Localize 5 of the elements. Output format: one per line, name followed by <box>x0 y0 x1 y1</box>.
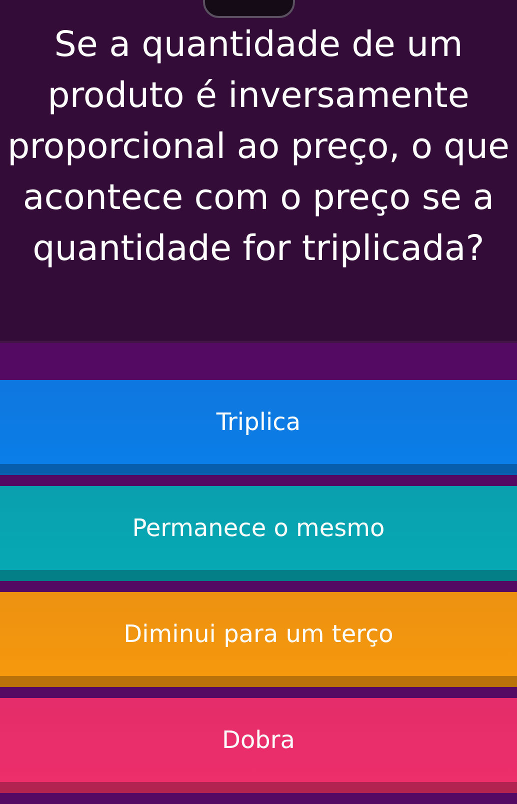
question-text: Se a quantidade de um produto é inversamente proporcional ao preço, o que acontece com o preço se a quantidade for triplicada? <box>6 24 511 271</box>
answer-button[interactable]: Permanece o mesmo <box>0 486 517 581</box>
answer-button[interactable]: Triplica <box>0 380 517 475</box>
answer-button[interactable]: Diminui para um terço <box>0 592 517 687</box>
answer-button[interactable]: Dobra <box>0 698 517 793</box>
